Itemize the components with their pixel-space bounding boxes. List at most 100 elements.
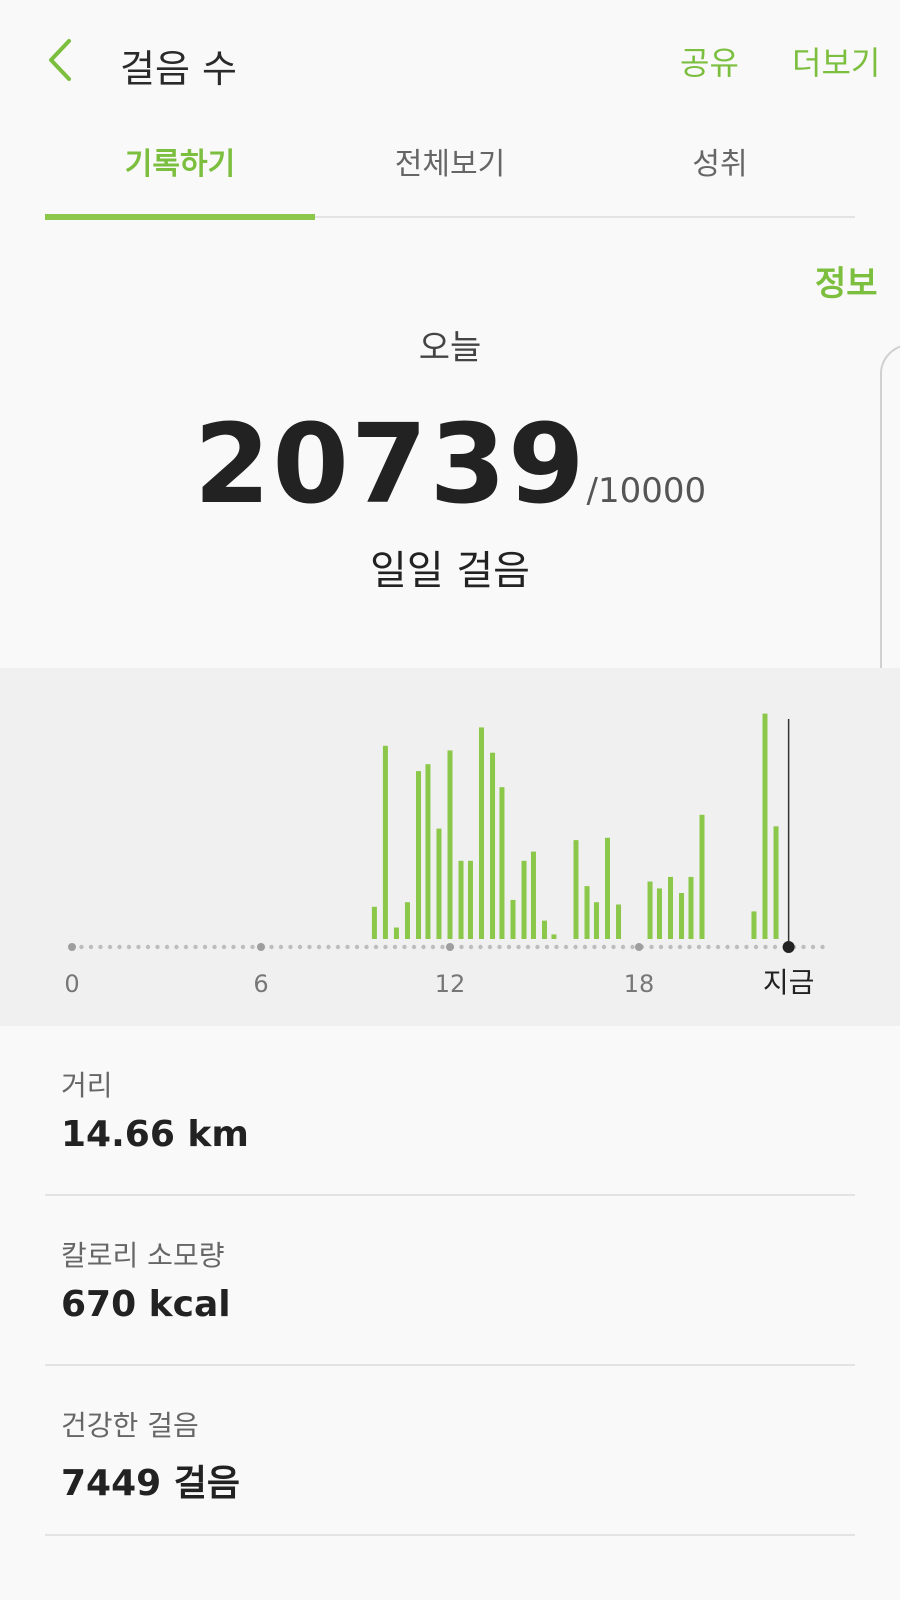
- stat-value: 7449 걸음: [61, 1463, 240, 1504]
- hourly-bar: [762, 713, 768, 939]
- x-tick-label: 12: [435, 970, 466, 998]
- baseline-dot: [592, 944, 597, 950]
- baseline-dot: [478, 944, 483, 950]
- hourly-bar: [647, 881, 653, 939]
- baseline-dot: [136, 944, 141, 950]
- baseline-dot: [430, 944, 436, 950]
- baseline-dot: [354, 944, 360, 950]
- hourly-bar: [467, 860, 473, 939]
- tick-dot: [257, 943, 265, 951]
- baseline-dot: [202, 944, 208, 950]
- baseline-dot: [297, 944, 303, 950]
- x-tick-label: 6: [253, 970, 268, 998]
- share-button[interactable]: 공유: [680, 38, 739, 84]
- baseline-dot: [335, 944, 341, 950]
- hourly-bar: [699, 814, 705, 939]
- baseline-dot: [611, 944, 616, 950]
- active-tab-indicator: [45, 214, 315, 220]
- baseline-dot: [516, 944, 521, 950]
- baseline-dot: [288, 944, 293, 950]
- tab-achievements[interactable]: 성취: [585, 140, 855, 218]
- baseline-dot: [240, 944, 246, 950]
- hourly-bar: [584, 886, 590, 939]
- chevron-left-icon: [49, 39, 71, 81]
- hourly-bar: [447, 750, 453, 939]
- baseline-dot: [155, 944, 160, 950]
- hourly-bar: [773, 826, 779, 939]
- baseline-dot: [411, 944, 417, 950]
- info-button[interactable]: 정보: [815, 256, 878, 305]
- tick-dot: [446, 943, 454, 951]
- hourly-bar: [499, 787, 505, 939]
- more-button[interactable]: 더보기: [792, 38, 880, 84]
- baseline-dot: [164, 944, 170, 950]
- baseline-dot: [725, 944, 730, 950]
- hourly-bar: [656, 888, 662, 939]
- step-count: 20739: [193, 400, 587, 528]
- tick-dot: [635, 943, 643, 951]
- stat-healthy-steps: 건강한 걸음 7449 걸음: [45, 1366, 855, 1536]
- page-title: 걸음 수: [120, 47, 237, 91]
- tab-bar: 기록하기 전체보기 성취: [45, 140, 855, 220]
- baseline-dot: [269, 944, 274, 950]
- hourly-bar: [371, 906, 377, 939]
- baseline-dot: [525, 944, 531, 950]
- baseline-dot: [506, 944, 512, 950]
- tab-record[interactable]: 기록하기: [45, 140, 315, 218]
- app-header: 걸음 수 공유 더보기: [0, 0, 900, 120]
- baseline-dot: [706, 944, 711, 950]
- baseline-dot: [98, 944, 103, 950]
- baseline-dot: [535, 944, 540, 950]
- step-caption: 일일 걸음: [370, 548, 530, 594]
- baseline-dot: [649, 944, 654, 950]
- x-tick-label: 18: [624, 970, 655, 998]
- baseline-dot: [554, 944, 559, 950]
- stat-value: 14.66 km: [61, 1114, 249, 1155]
- baseline-dot: [468, 944, 474, 950]
- baseline-dot: [563, 944, 569, 950]
- hourly-bar: [542, 920, 547, 939]
- baseline-dot: [278, 944, 284, 950]
- tab-overview[interactable]: 전체보기: [315, 140, 585, 218]
- x-tick-label: 0: [64, 970, 79, 998]
- baseline-dot: [364, 944, 369, 950]
- hourly-bar: [605, 837, 610, 939]
- baseline-dot: [221, 944, 227, 950]
- hourly-bar: [436, 828, 442, 939]
- baseline-dot: [88, 944, 94, 950]
- stat-distance: 거리 14.66 km: [45, 1026, 855, 1196]
- baseline-dot: [231, 944, 236, 950]
- hourly-bar: [382, 745, 388, 939]
- baseline-dot: [753, 944, 759, 950]
- baseline-dot: [392, 944, 398, 950]
- hourly-bar: [510, 899, 516, 939]
- now-tick-label: 지금: [763, 966, 815, 999]
- stat-value: 670 kcal: [61, 1284, 231, 1325]
- hourly-bar: [593, 902, 599, 939]
- baseline-dot: [497, 944, 502, 950]
- stat-calories: 칼로리 소모량 670 kcal: [45, 1196, 855, 1366]
- tick-dot: [68, 943, 76, 951]
- hourly-bar: [479, 727, 484, 939]
- stat-label: 거리: [61, 1069, 113, 1102]
- baseline-dot: [402, 944, 407, 950]
- baseline-dot: [383, 944, 388, 950]
- baseline-dot: [487, 944, 493, 950]
- baseline-dot: [326, 944, 331, 950]
- baseline-dot: [145, 944, 151, 950]
- hourly-bar: [416, 771, 421, 939]
- back-button[interactable]: [40, 36, 80, 84]
- period-label: 오늘: [418, 328, 482, 368]
- stat-label: 칼로리 소모량: [61, 1239, 225, 1272]
- baseline-dot: [174, 944, 179, 950]
- baseline-dot: [193, 944, 198, 950]
- baseline-dot: [582, 944, 588, 950]
- baseline-dot: [696, 944, 702, 950]
- baseline-dot: [668, 944, 673, 950]
- baseline-dot: [658, 944, 664, 950]
- baseline-dot: [687, 944, 692, 950]
- baseline-dot: [772, 944, 778, 950]
- hourly-bar: [573, 840, 579, 939]
- hourly-bar: [751, 911, 757, 939]
- baseline-dot: [212, 944, 217, 950]
